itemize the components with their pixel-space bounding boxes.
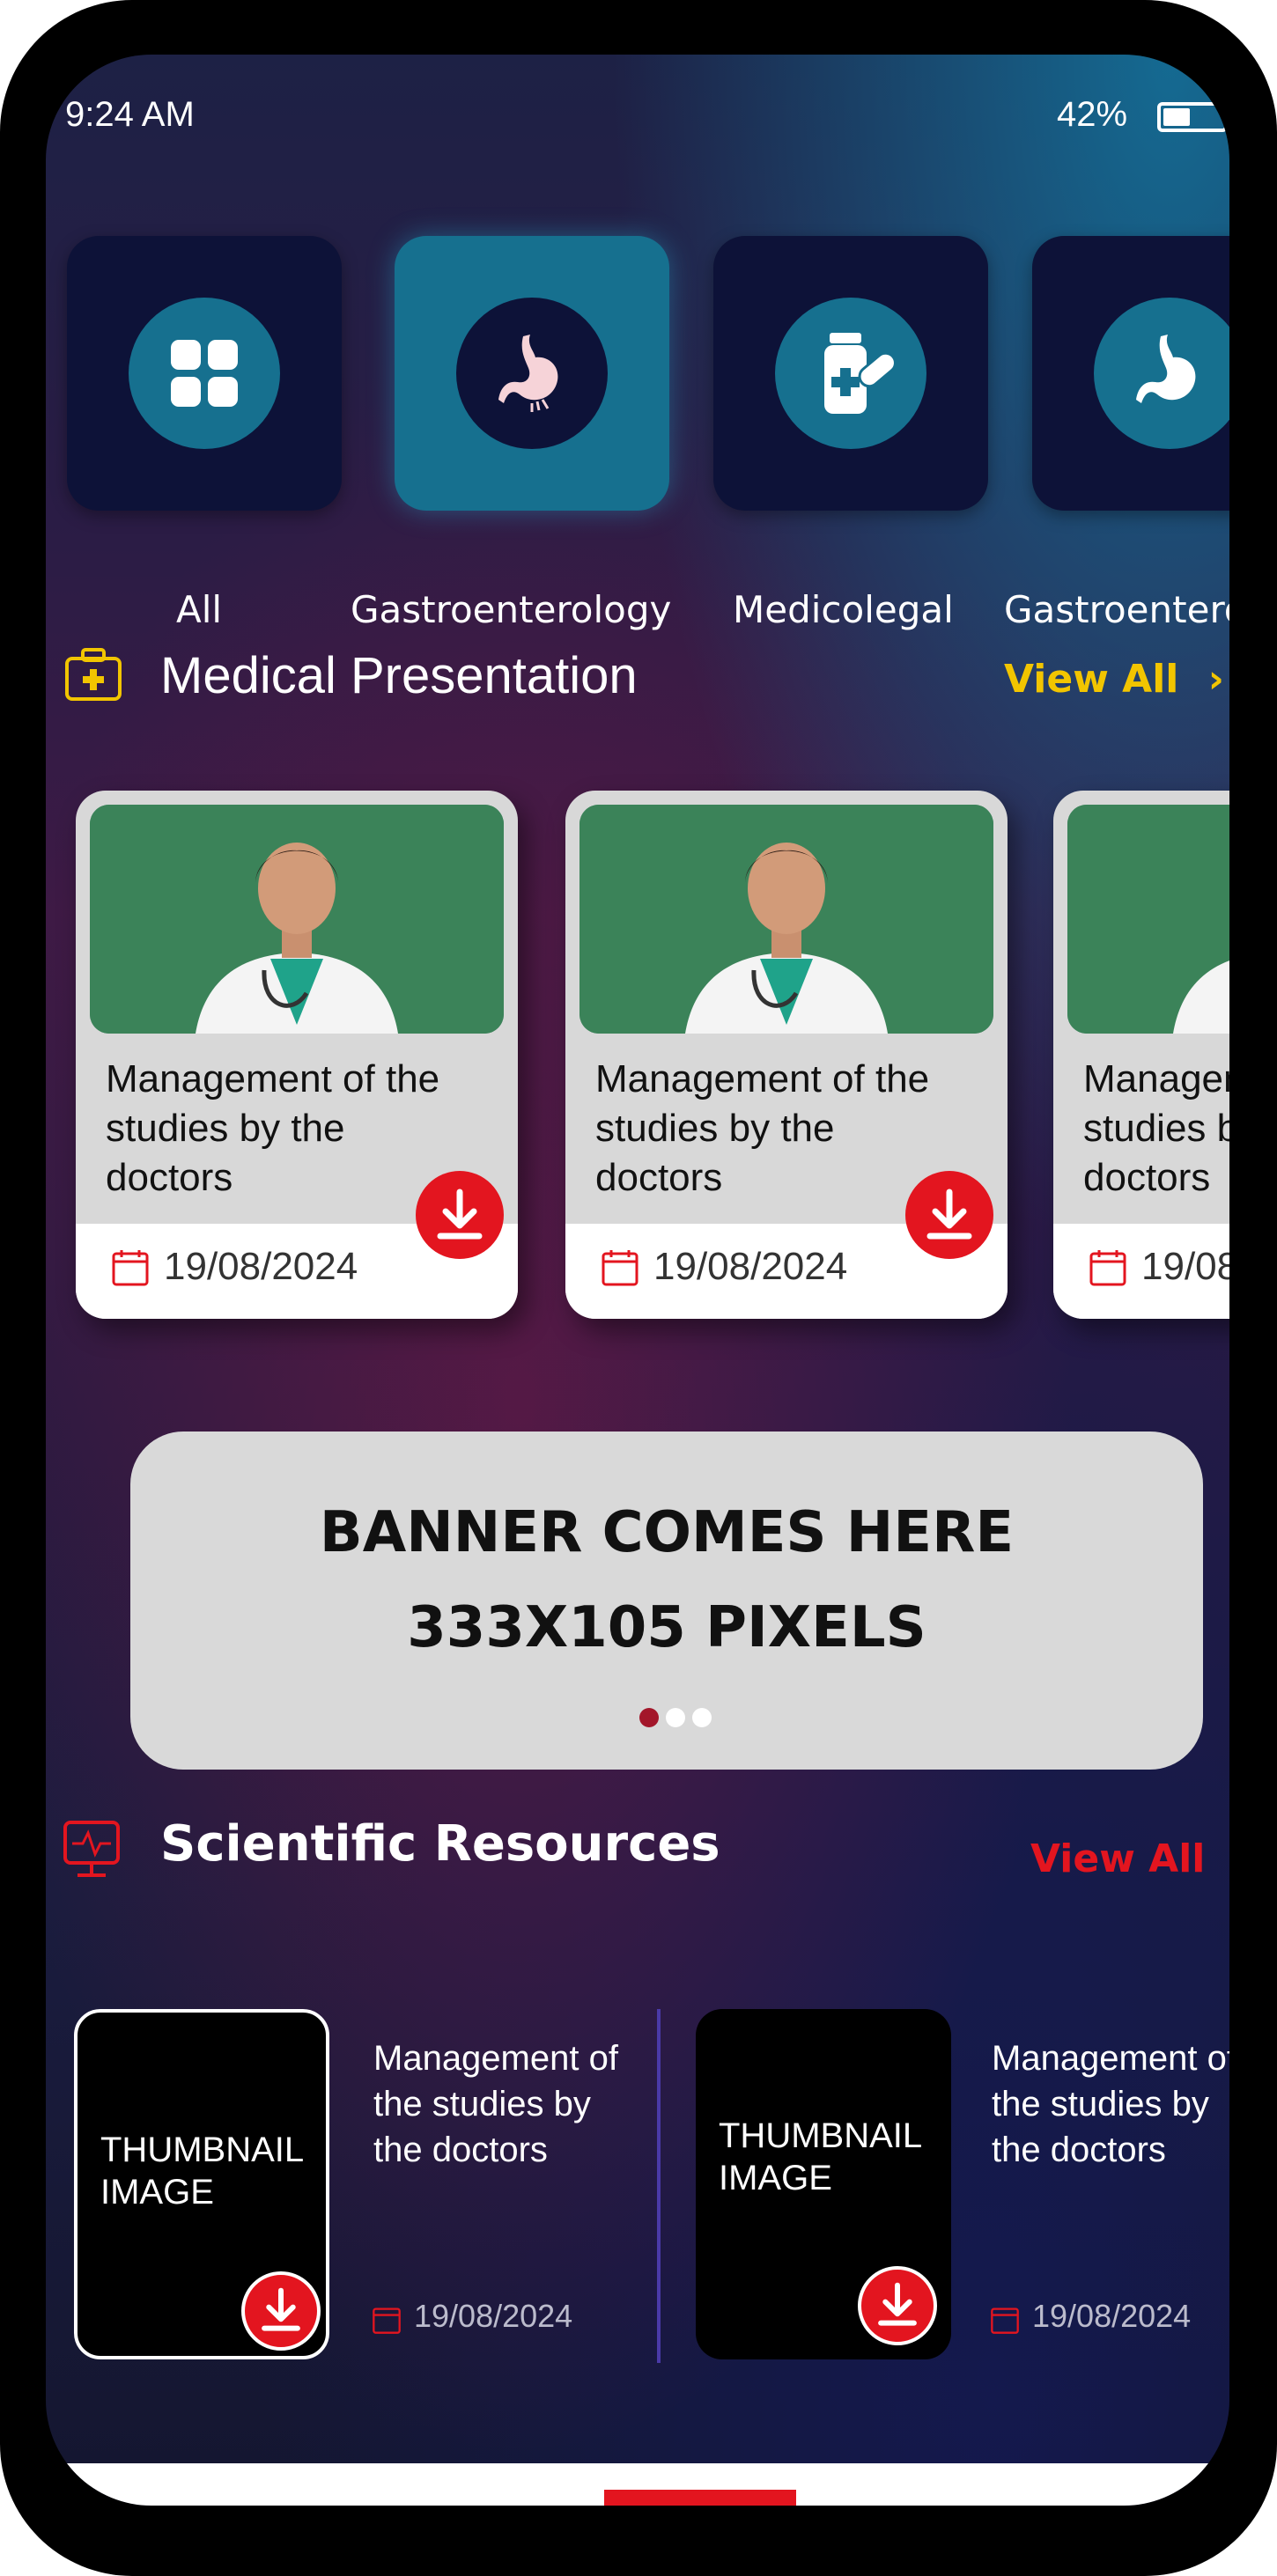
resource-date: 19/08/2024 xyxy=(414,2298,573,2334)
bottom-nav-indicator xyxy=(604,2490,796,2506)
resource-divider xyxy=(657,2009,661,2363)
view-all-resources-link[interactable]: View All › xyxy=(1030,1836,1229,1881)
card-title: Management of the studies by the doctors xyxy=(106,1057,440,1199)
first-aid-kit-icon xyxy=(63,646,123,703)
stomach-icon xyxy=(1094,298,1229,449)
download-button[interactable] xyxy=(241,2271,321,2351)
resource-thumbnail[interactable]: THUMBNAIL IMAGE xyxy=(696,2009,951,2359)
resource-date: 19/08/2024 xyxy=(1032,2298,1192,2334)
stomach-icon xyxy=(456,298,608,449)
banner-line-1: BANNER COMES HERE xyxy=(319,1500,1015,1565)
download-icon xyxy=(437,1189,483,1240)
category-tile[interactable] xyxy=(395,236,669,511)
carousel-dot-active[interactable] xyxy=(639,1708,659,1727)
card-date: 19/08/2024 xyxy=(1141,1245,1229,1288)
doctor-image xyxy=(1067,805,1229,1034)
category-label: All xyxy=(176,588,223,631)
monitor-icon xyxy=(60,1819,123,1882)
download-button[interactable] xyxy=(858,2266,937,2345)
category-gastroenterology-2[interactable]: Gastroenterology xyxy=(1004,236,1229,631)
resource-title: Management of the studies by the doctors xyxy=(992,2039,1229,2169)
download-icon xyxy=(262,2287,300,2331)
calendar-icon xyxy=(1089,1250,1126,1286)
section-title-scientific-resources: Scientific Resources xyxy=(160,1815,720,1873)
download-icon xyxy=(926,1189,972,1240)
doctor-image xyxy=(579,805,993,1034)
category-label: Gastroenterology xyxy=(351,588,672,631)
battery-icon xyxy=(1157,102,1228,132)
app-screen: 9:24 AM 42% All Gastroenterology Medicol… xyxy=(46,55,1229,2506)
chevron-right-icon: › xyxy=(1207,657,1224,702)
thumbnail-placeholder: THUMBNAIL IMAGE xyxy=(100,2131,303,2212)
card-date: 19/08/2024 xyxy=(653,1245,848,1288)
category-all[interactable]: All xyxy=(67,236,342,631)
view-all-label: View All xyxy=(1004,657,1179,702)
download-button[interactable] xyxy=(416,1171,504,1259)
calendar-icon xyxy=(991,2307,1019,2334)
doctor-image xyxy=(90,805,504,1034)
card-date: 19/08/2024 xyxy=(164,1245,358,1288)
card-title: Management of the studies by the doctors xyxy=(1083,1057,1229,1199)
card-footer: 19/08/2024 xyxy=(1053,1224,1229,1319)
resource-thumbnail[interactable]: THUMBNAIL IMAGE xyxy=(74,2009,329,2359)
presentation-card[interactable]: Management of the studies by the doctors… xyxy=(565,791,1008,1319)
category-tile[interactable] xyxy=(67,236,342,511)
medicine-bottle-icon xyxy=(775,298,926,449)
carousel-dot[interactable] xyxy=(692,1708,712,1727)
view-all-label: View All xyxy=(1030,1836,1206,1881)
section-title-medical-presentation: Medical Presentation xyxy=(160,647,638,704)
calendar-icon xyxy=(112,1250,149,1286)
category-gastroenterology[interactable]: Gastroenterology xyxy=(351,236,671,631)
presentation-card[interactable]: Management of the studies by the doctors… xyxy=(76,791,518,1319)
category-medicolegal[interactable]: Medicolegal xyxy=(713,236,988,631)
carousel-dot[interactable] xyxy=(666,1708,685,1727)
calendar-icon xyxy=(373,2307,401,2334)
category-tile[interactable] xyxy=(1032,236,1229,511)
category-label: Gastroenterology xyxy=(1004,588,1229,631)
category-label: Medicolegal xyxy=(733,588,954,631)
card-title: Management of the studies by the doctors xyxy=(595,1057,930,1199)
thumbnail-placeholder: THUMBNAIL IMAGE xyxy=(719,2116,921,2197)
calendar-icon xyxy=(602,1250,638,1286)
resource-title: Management of the studies by the doctors xyxy=(373,2039,618,2169)
grid-icon xyxy=(129,298,280,449)
category-tile[interactable] xyxy=(713,236,988,511)
presentation-card[interactable]: Management of the studies by the doctors… xyxy=(1053,791,1229,1319)
status-time: 9:24 AM xyxy=(65,95,195,134)
banner-line-2: 333X105 PIXELS xyxy=(407,1595,926,1660)
battery-percentage: 42% xyxy=(1057,95,1128,134)
view-all-presentations-link[interactable]: View All › xyxy=(1004,657,1224,702)
download-icon xyxy=(878,2282,917,2326)
download-button[interactable] xyxy=(905,1171,993,1259)
phone-frame: 9:24 AM 42% All Gastroenterology Medicol… xyxy=(0,0,1277,2576)
